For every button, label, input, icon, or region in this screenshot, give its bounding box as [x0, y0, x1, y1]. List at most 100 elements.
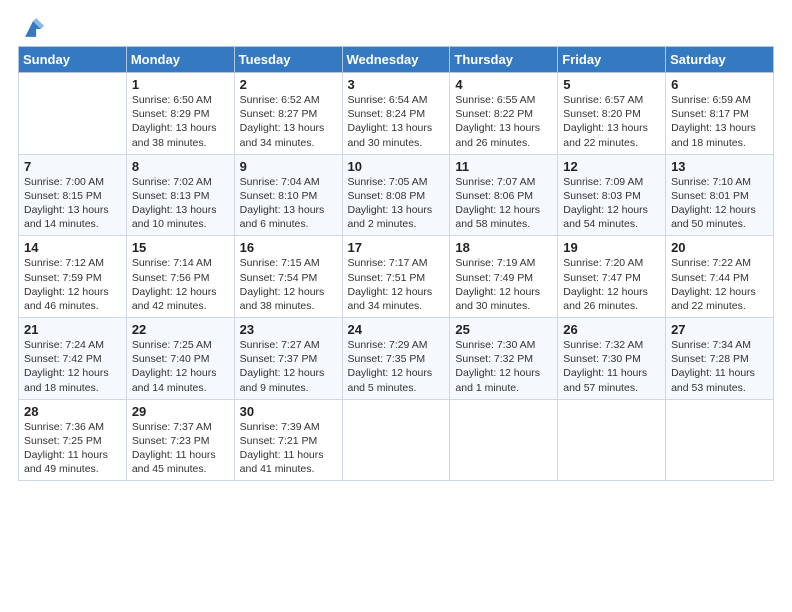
day-number: 8	[132, 159, 229, 174]
calendar-cell: 2Sunrise: 6:52 AM Sunset: 8:27 PM Daylig…	[234, 73, 342, 155]
calendar-cell: 16Sunrise: 7:15 AM Sunset: 7:54 PM Dayli…	[234, 236, 342, 318]
day-number: 7	[24, 159, 121, 174]
day-number: 22	[132, 322, 229, 337]
day-number: 26	[563, 322, 660, 337]
cell-info: Sunrise: 6:59 AM Sunset: 8:17 PM Dayligh…	[671, 93, 768, 150]
day-number: 11	[455, 159, 552, 174]
cell-info: Sunrise: 7:39 AM Sunset: 7:21 PM Dayligh…	[240, 420, 337, 477]
cell-info: Sunrise: 7:05 AM Sunset: 8:08 PM Dayligh…	[348, 175, 445, 232]
calendar-cell	[558, 399, 666, 481]
day-number: 28	[24, 404, 121, 419]
cell-info: Sunrise: 7:12 AM Sunset: 7:59 PM Dayligh…	[24, 256, 121, 313]
cell-info: Sunrise: 7:29 AM Sunset: 7:35 PM Dayligh…	[348, 338, 445, 395]
calendar-cell: 25Sunrise: 7:30 AM Sunset: 7:32 PM Dayli…	[450, 318, 558, 400]
cell-info: Sunrise: 6:55 AM Sunset: 8:22 PM Dayligh…	[455, 93, 552, 150]
day-number: 17	[348, 240, 445, 255]
cell-info: Sunrise: 7:09 AM Sunset: 8:03 PM Dayligh…	[563, 175, 660, 232]
cell-info: Sunrise: 7:27 AM Sunset: 7:37 PM Dayligh…	[240, 338, 337, 395]
calendar-cell: 9Sunrise: 7:04 AM Sunset: 8:10 PM Daylig…	[234, 154, 342, 236]
calendar-cell: 19Sunrise: 7:20 AM Sunset: 7:47 PM Dayli…	[558, 236, 666, 318]
cell-info: Sunrise: 6:50 AM Sunset: 8:29 PM Dayligh…	[132, 93, 229, 150]
day-number: 25	[455, 322, 552, 337]
calendar-cell: 10Sunrise: 7:05 AM Sunset: 8:08 PM Dayli…	[342, 154, 450, 236]
day-number: 24	[348, 322, 445, 337]
day-number: 6	[671, 77, 768, 92]
weekday-header-wednesday: Wednesday	[342, 47, 450, 73]
calendar-cell: 22Sunrise: 7:25 AM Sunset: 7:40 PM Dayli…	[126, 318, 234, 400]
calendar-cell	[19, 73, 127, 155]
calendar-cell: 26Sunrise: 7:32 AM Sunset: 7:30 PM Dayli…	[558, 318, 666, 400]
calendar-cell: 6Sunrise: 6:59 AM Sunset: 8:17 PM Daylig…	[666, 73, 774, 155]
day-number: 19	[563, 240, 660, 255]
cell-info: Sunrise: 7:25 AM Sunset: 7:40 PM Dayligh…	[132, 338, 229, 395]
day-number: 3	[348, 77, 445, 92]
day-number: 2	[240, 77, 337, 92]
week-row-5: 28Sunrise: 7:36 AM Sunset: 7:25 PM Dayli…	[19, 399, 774, 481]
calendar-cell: 4Sunrise: 6:55 AM Sunset: 8:22 PM Daylig…	[450, 73, 558, 155]
cell-info: Sunrise: 7:17 AM Sunset: 7:51 PM Dayligh…	[348, 256, 445, 313]
calendar-cell: 14Sunrise: 7:12 AM Sunset: 7:59 PM Dayli…	[19, 236, 127, 318]
day-number: 1	[132, 77, 229, 92]
day-number: 13	[671, 159, 768, 174]
day-number: 12	[563, 159, 660, 174]
weekday-header-monday: Monday	[126, 47, 234, 73]
calendar-cell: 5Sunrise: 6:57 AM Sunset: 8:20 PM Daylig…	[558, 73, 666, 155]
day-number: 27	[671, 322, 768, 337]
day-number: 10	[348, 159, 445, 174]
calendar-cell: 12Sunrise: 7:09 AM Sunset: 8:03 PM Dayli…	[558, 154, 666, 236]
calendar-cell	[666, 399, 774, 481]
day-number: 18	[455, 240, 552, 255]
cell-info: Sunrise: 6:57 AM Sunset: 8:20 PM Dayligh…	[563, 93, 660, 150]
day-number: 20	[671, 240, 768, 255]
cell-info: Sunrise: 7:34 AM Sunset: 7:28 PM Dayligh…	[671, 338, 768, 395]
cell-info: Sunrise: 7:36 AM Sunset: 7:25 PM Dayligh…	[24, 420, 121, 477]
week-row-3: 14Sunrise: 7:12 AM Sunset: 7:59 PM Dayli…	[19, 236, 774, 318]
cell-info: Sunrise: 7:37 AM Sunset: 7:23 PM Dayligh…	[132, 420, 229, 477]
weekday-header-saturday: Saturday	[666, 47, 774, 73]
weekday-header-row: SundayMondayTuesdayWednesdayThursdayFrid…	[19, 47, 774, 73]
calendar-cell: 15Sunrise: 7:14 AM Sunset: 7:56 PM Dayli…	[126, 236, 234, 318]
cell-info: Sunrise: 6:54 AM Sunset: 8:24 PM Dayligh…	[348, 93, 445, 150]
calendar-cell: 29Sunrise: 7:37 AM Sunset: 7:23 PM Dayli…	[126, 399, 234, 481]
day-number: 29	[132, 404, 229, 419]
cell-info: Sunrise: 7:02 AM Sunset: 8:13 PM Dayligh…	[132, 175, 229, 232]
weekday-header-friday: Friday	[558, 47, 666, 73]
day-number: 14	[24, 240, 121, 255]
calendar-cell: 21Sunrise: 7:24 AM Sunset: 7:42 PM Dayli…	[19, 318, 127, 400]
calendar-cell: 8Sunrise: 7:02 AM Sunset: 8:13 PM Daylig…	[126, 154, 234, 236]
day-number: 21	[24, 322, 121, 337]
cell-info: Sunrise: 7:19 AM Sunset: 7:49 PM Dayligh…	[455, 256, 552, 313]
logo	[18, 18, 44, 40]
calendar-cell: 1Sunrise: 6:50 AM Sunset: 8:29 PM Daylig…	[126, 73, 234, 155]
calendar-cell	[450, 399, 558, 481]
calendar-cell: 3Sunrise: 6:54 AM Sunset: 8:24 PM Daylig…	[342, 73, 450, 155]
calendar-cell: 24Sunrise: 7:29 AM Sunset: 7:35 PM Dayli…	[342, 318, 450, 400]
calendar: SundayMondayTuesdayWednesdayThursdayFrid…	[18, 46, 774, 481]
cell-info: Sunrise: 7:15 AM Sunset: 7:54 PM Dayligh…	[240, 256, 337, 313]
week-row-4: 21Sunrise: 7:24 AM Sunset: 7:42 PM Dayli…	[19, 318, 774, 400]
calendar-cell: 30Sunrise: 7:39 AM Sunset: 7:21 PM Dayli…	[234, 399, 342, 481]
logo-icon	[22, 18, 44, 40]
day-number: 9	[240, 159, 337, 174]
calendar-cell: 18Sunrise: 7:19 AM Sunset: 7:49 PM Dayli…	[450, 236, 558, 318]
calendar-cell: 17Sunrise: 7:17 AM Sunset: 7:51 PM Dayli…	[342, 236, 450, 318]
calendar-cell: 20Sunrise: 7:22 AM Sunset: 7:44 PM Dayli…	[666, 236, 774, 318]
calendar-cell: 11Sunrise: 7:07 AM Sunset: 8:06 PM Dayli…	[450, 154, 558, 236]
cell-info: Sunrise: 6:52 AM Sunset: 8:27 PM Dayligh…	[240, 93, 337, 150]
calendar-cell: 7Sunrise: 7:00 AM Sunset: 8:15 PM Daylig…	[19, 154, 127, 236]
cell-info: Sunrise: 7:07 AM Sunset: 8:06 PM Dayligh…	[455, 175, 552, 232]
day-number: 30	[240, 404, 337, 419]
day-number: 16	[240, 240, 337, 255]
day-number: 4	[455, 77, 552, 92]
weekday-header-thursday: Thursday	[450, 47, 558, 73]
cell-info: Sunrise: 7:32 AM Sunset: 7:30 PM Dayligh…	[563, 338, 660, 395]
weekday-header-tuesday: Tuesday	[234, 47, 342, 73]
cell-info: Sunrise: 7:14 AM Sunset: 7:56 PM Dayligh…	[132, 256, 229, 313]
day-number: 15	[132, 240, 229, 255]
cell-info: Sunrise: 7:00 AM Sunset: 8:15 PM Dayligh…	[24, 175, 121, 232]
day-number: 5	[563, 77, 660, 92]
calendar-cell: 27Sunrise: 7:34 AM Sunset: 7:28 PM Dayli…	[666, 318, 774, 400]
cell-info: Sunrise: 7:24 AM Sunset: 7:42 PM Dayligh…	[24, 338, 121, 395]
calendar-cell: 28Sunrise: 7:36 AM Sunset: 7:25 PM Dayli…	[19, 399, 127, 481]
calendar-cell	[342, 399, 450, 481]
